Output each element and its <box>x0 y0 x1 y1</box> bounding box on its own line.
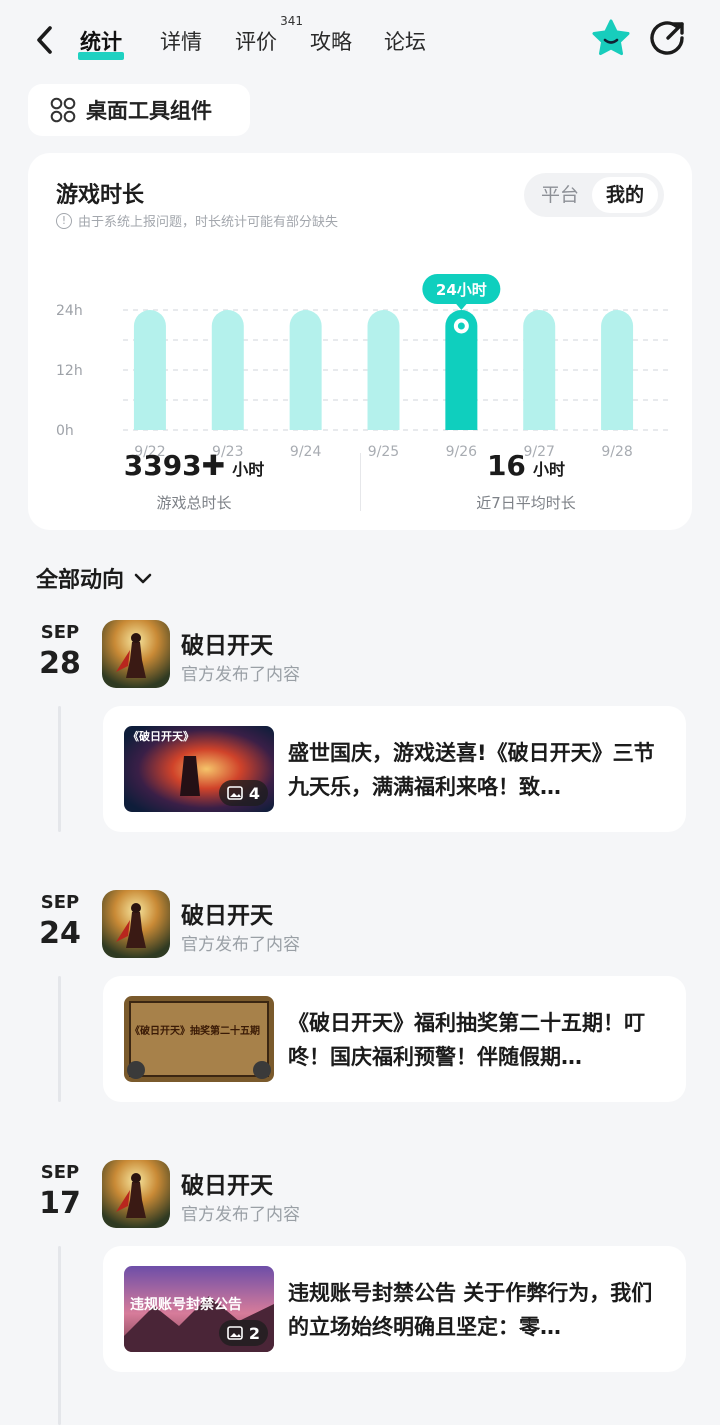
tab-guides[interactable]: 攻略 <box>310 26 352 56</box>
card-title: 游戏时长 <box>56 183 145 208</box>
game-name[interactable]: 破日开天 <box>181 896 273 930</box>
post-meta: 官方发布了内容 <box>181 935 300 955</box>
tab-details[interactable]: 详情 <box>160 26 202 56</box>
thumbnail-caption: 《破日开天》抽奖第二十五期 <box>130 1026 260 1037</box>
game-avatar[interactable] <box>102 1160 170 1228</box>
total-unit: 小时 <box>232 460 265 479</box>
timeline-line <box>58 706 61 832</box>
y-tick-label: 0h <box>56 423 74 439</box>
image-icon <box>227 1326 243 1340</box>
toggle-mine[interactable]: 我的 <box>592 177 658 213</box>
post-card[interactable]: 违规账号封禁公告 2 违规账号封禁公告 关于作弊行为，我们的立场始终明确且坚定：… <box>103 1246 686 1372</box>
average-value: 16 <box>486 449 526 482</box>
game-icon-image <box>102 1160 170 1228</box>
post-text: 盛世国庆，游戏送喜!《破日开天》三节九天乐，满满福利来咯！致… <box>288 741 655 799</box>
post-date-month: SEP <box>40 892 80 913</box>
image-icon <box>227 786 243 800</box>
widgets-icon <box>50 97 76 123</box>
chart-bar <box>367 310 400 430</box>
playtime-card: 游戏时长 ! 由于系统上报问题，时长统计可能有部分缺失 平台 我的 24h 12h… <box>28 153 692 530</box>
post-meta: 官方发布了内容 <box>181 665 300 685</box>
post-thumbnail: 违规账号封禁公告 2 <box>124 1266 274 1352</box>
tab-stats[interactable]: 统计 <box>78 26 124 60</box>
tab-reviews[interactable]: 评价 341 <box>235 14 303 56</box>
source-toggle: 平台 我的 <box>524 173 664 217</box>
post-date-month: SEP <box>40 1162 80 1183</box>
chart-tooltip-pointer <box>455 303 468 310</box>
post-thumbnail: 《破日开天》 4 <box>124 726 274 812</box>
toggle-platform[interactable]: 平台 <box>532 177 588 213</box>
tab-label: 统计 <box>80 30 122 54</box>
favorite-button[interactable] <box>590 18 632 60</box>
post-date-day: 28 <box>39 646 81 681</box>
chevron-left-icon <box>37 26 52 54</box>
post-card[interactable]: 《破日开天》抽奖第二十五期 《破日开天》福利抽奖第二十五期！叮咚！国庆福利预警！… <box>103 976 686 1102</box>
image-count-badge: 4 <box>218 780 268 806</box>
back-button[interactable] <box>28 22 64 58</box>
weekly-average: 16 小时 近7日平均时长 <box>360 449 692 513</box>
image-count: 4 <box>248 783 260 803</box>
card-note: ! 由于系统上报问题，时长统计可能有部分缺失 <box>56 211 338 230</box>
feed-filter-label: 全部动向 <box>36 568 125 593</box>
chart-bar <box>211 310 244 430</box>
tab-label: 评价 <box>235 30 277 54</box>
total-label: 游戏总时长 <box>156 494 232 512</box>
game-icon-image <box>102 620 170 688</box>
timeline-line <box>58 1246 61 1425</box>
chart-bar <box>601 310 634 430</box>
y-tick-label: 12h <box>56 363 83 379</box>
post-date-day: 17 <box>39 1186 81 1221</box>
tab-label: 论坛 <box>384 30 426 54</box>
widget-chip-label: 桌面工具组件 <box>86 99 212 123</box>
game-avatar[interactable] <box>102 620 170 688</box>
tab-label: 攻略 <box>310 30 352 54</box>
post-meta: 官方发布了内容 <box>181 1205 300 1225</box>
plus-icon: ✚ <box>201 449 226 482</box>
share-icon <box>650 21 684 55</box>
total-value: 3393 <box>123 449 202 482</box>
post-thumbnail-image <box>124 996 274 1082</box>
image-count-badge: 2 <box>218 1320 268 1346</box>
post-thumbnail: 《破日开天》抽奖第二十五期 <box>124 996 274 1082</box>
desktop-widget-button[interactable]: 桌面工具组件 <box>28 84 250 136</box>
post-date-day: 24 <box>39 916 81 951</box>
game-avatar[interactable] <box>102 890 170 958</box>
timeline-line <box>58 976 61 1102</box>
feed-filter-dropdown[interactable]: 全部动向 <box>36 562 154 594</box>
game-icon-image <box>102 890 170 958</box>
post-text: 违规账号封禁公告 关于作弊行为，我们的立场始终明确且坚定：零… <box>288 1281 653 1339</box>
game-name[interactable]: 破日开天 <box>181 1166 273 1200</box>
chart-bar <box>289 310 322 430</box>
post-card[interactable]: 《破日开天》 4 盛世国庆，游戏送喜!《破日开天》三节九天乐，满满福利来咯！致… <box>103 706 686 832</box>
chart-tooltip-label: 24小时 <box>436 281 487 299</box>
y-tick-label: 24h <box>56 303 83 319</box>
chevron-down-icon <box>134 573 152 584</box>
post-text: 《破日开天》福利抽奖第二十五期！叮咚！国庆福利预警！伴随假期… <box>288 1011 645 1069</box>
info-icon: ! <box>56 212 72 229</box>
average-unit: 小时 <box>533 460 566 479</box>
share-button[interactable] <box>646 18 688 60</box>
image-count: 2 <box>248 1323 260 1343</box>
post-date-month: SEP <box>40 622 80 643</box>
thumbnail-caption: 违规账号封禁公告 <box>130 1297 242 1313</box>
highlight-dot-center <box>457 322 465 330</box>
card-note-text: 由于系统上报问题，时长统计可能有部分缺失 <box>78 215 339 230</box>
total-playtime: 3393✚ 小时 游戏总时长 <box>28 449 360 513</box>
chart-bar <box>133 310 166 430</box>
tab-label: 详情 <box>160 30 202 54</box>
average-label: 近7日平均时长 <box>476 494 576 512</box>
game-name[interactable]: 破日开天 <box>181 626 273 660</box>
review-count-badge: 341 <box>280 14 303 28</box>
star-icon <box>592 19 630 56</box>
chart-bar <box>523 310 556 430</box>
thumbnail-caption: 《破日开天》 <box>128 730 194 743</box>
tab-forum[interactable]: 论坛 <box>384 26 426 56</box>
